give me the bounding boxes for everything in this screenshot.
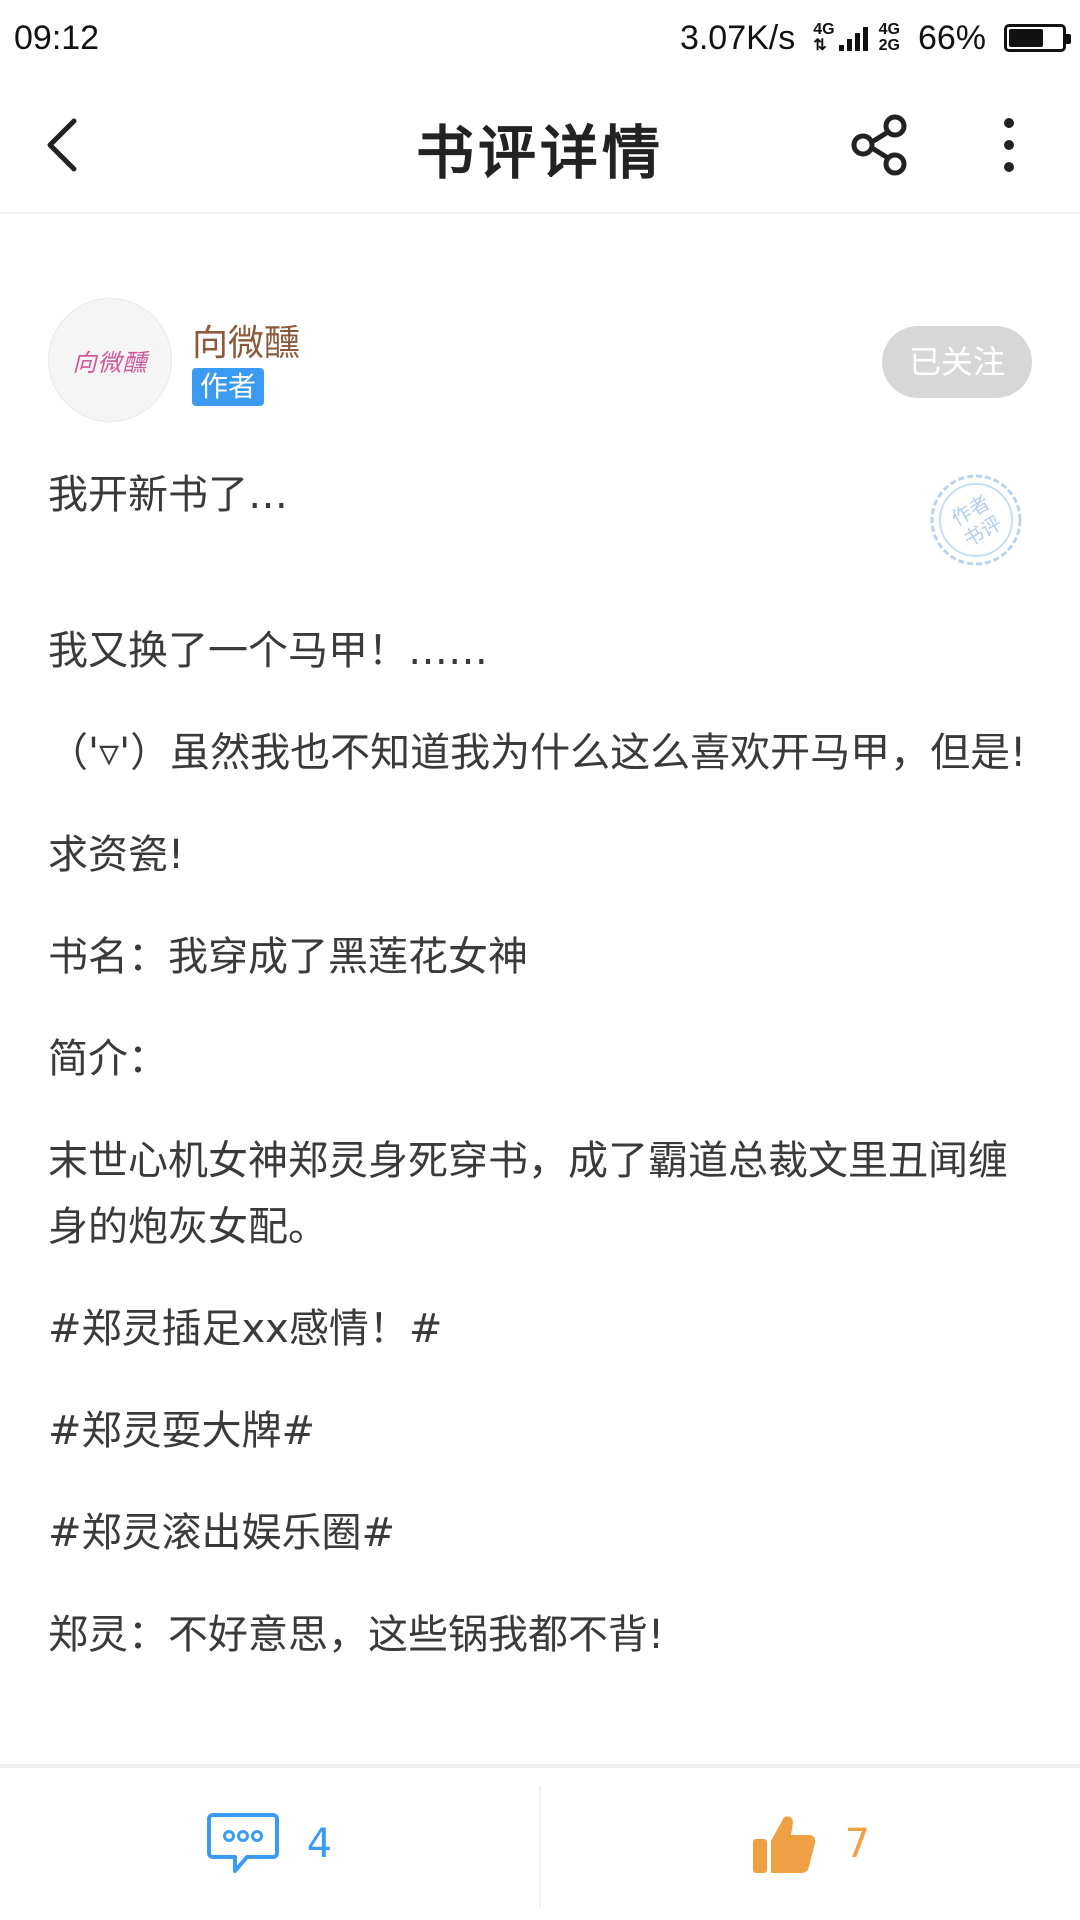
post-paragraph: （'▿'）虽然我也不知道我为什么这么喜欢开马甲，但是! [48, 730, 1027, 776]
post-paragraph: 末世心机女神郑灵身死穿书，成了霸道总裁文里丑闻缠身的炮灰女配。 [48, 1138, 1008, 1250]
like-count: 7 [844, 1821, 871, 1867]
post-content: 我开新书了… 我又换了一个马甲！…… （'▿'）虽然我也不知道我为什么这么喜欢开… [48, 462, 1032, 1704]
network-type-labels: 4G ⇅ [813, 22, 834, 54]
post-paragraph: #郑灵耍大牌# [48, 1408, 316, 1454]
share-button[interactable] [842, 108, 916, 182]
like-button[interactable]: 7 [541, 1768, 1080, 1920]
status-time: 09:12 [14, 18, 100, 57]
more-vertical-icon [1004, 118, 1014, 172]
network-type-top-2: 4G [878, 21, 900, 38]
post-paragraph: 郑灵：不好意思，这些锅我都不背! [48, 1612, 665, 1658]
author-badge: 作者 [192, 368, 265, 406]
battery-icon [1004, 24, 1071, 52]
signal-bars-icon [838, 27, 868, 51]
follow-button[interactable]: 已关注 [882, 326, 1032, 398]
network-type-labels-2: 4G 2G [879, 22, 900, 54]
comment-icon [206, 1813, 279, 1873]
network-type-bottom: 2G [878, 37, 900, 54]
comment-button[interactable]: 4 [0, 1768, 539, 1920]
post-paragraph: 求资瓷! [48, 832, 185, 878]
author-name[interactable]: 向微醺 [192, 314, 300, 366]
status-indicators: 3.07K/s 4G ⇅ 4G 2G 66% [679, 18, 1071, 58]
status-bar: 09:12 3.07K/s 4G ⇅ 4G 2G 66% [0, 0, 1080, 76]
post-paragraph: 简介： [48, 1036, 168, 1082]
avatar-logo-text: 向微醺 [72, 348, 148, 377]
post-paragraph: 我又换了一个马甲！…… [48, 628, 488, 674]
author-row: 向微醺 向微醺 作者 已关注 [48, 298, 1032, 426]
share-icon [851, 114, 907, 176]
network-speed: 3.07K/s [679, 18, 796, 57]
avatar[interactable]: 向微醺 [48, 298, 172, 422]
signal-icon: 4G ⇅ 4G 2G [813, 22, 900, 54]
comment-count: 4 [306, 1821, 333, 1867]
page-title: 书评详情 [415, 119, 664, 187]
battery-fill [1009, 29, 1044, 47]
post-paragraph: 书名：我穿成了黑莲花女神 [48, 934, 528, 980]
thumbs-up-icon [752, 1816, 816, 1873]
post-paragraph: #郑灵插足xx感情！# [48, 1306, 443, 1352]
post-paragraph: 我开新书了… [48, 472, 288, 518]
more-options-button[interactable] [984, 108, 1034, 182]
bottom-action-bar: 4 7 [0, 1764, 1080, 1920]
battery-percent: 66% [917, 18, 986, 57]
data-arrows-icon: ⇅ [813, 37, 827, 54]
network-type-top: 4G [813, 21, 835, 38]
header: 书评详情 [0, 76, 1080, 214]
post-paragraph: #郑灵滚出娱乐圈# [48, 1510, 396, 1556]
